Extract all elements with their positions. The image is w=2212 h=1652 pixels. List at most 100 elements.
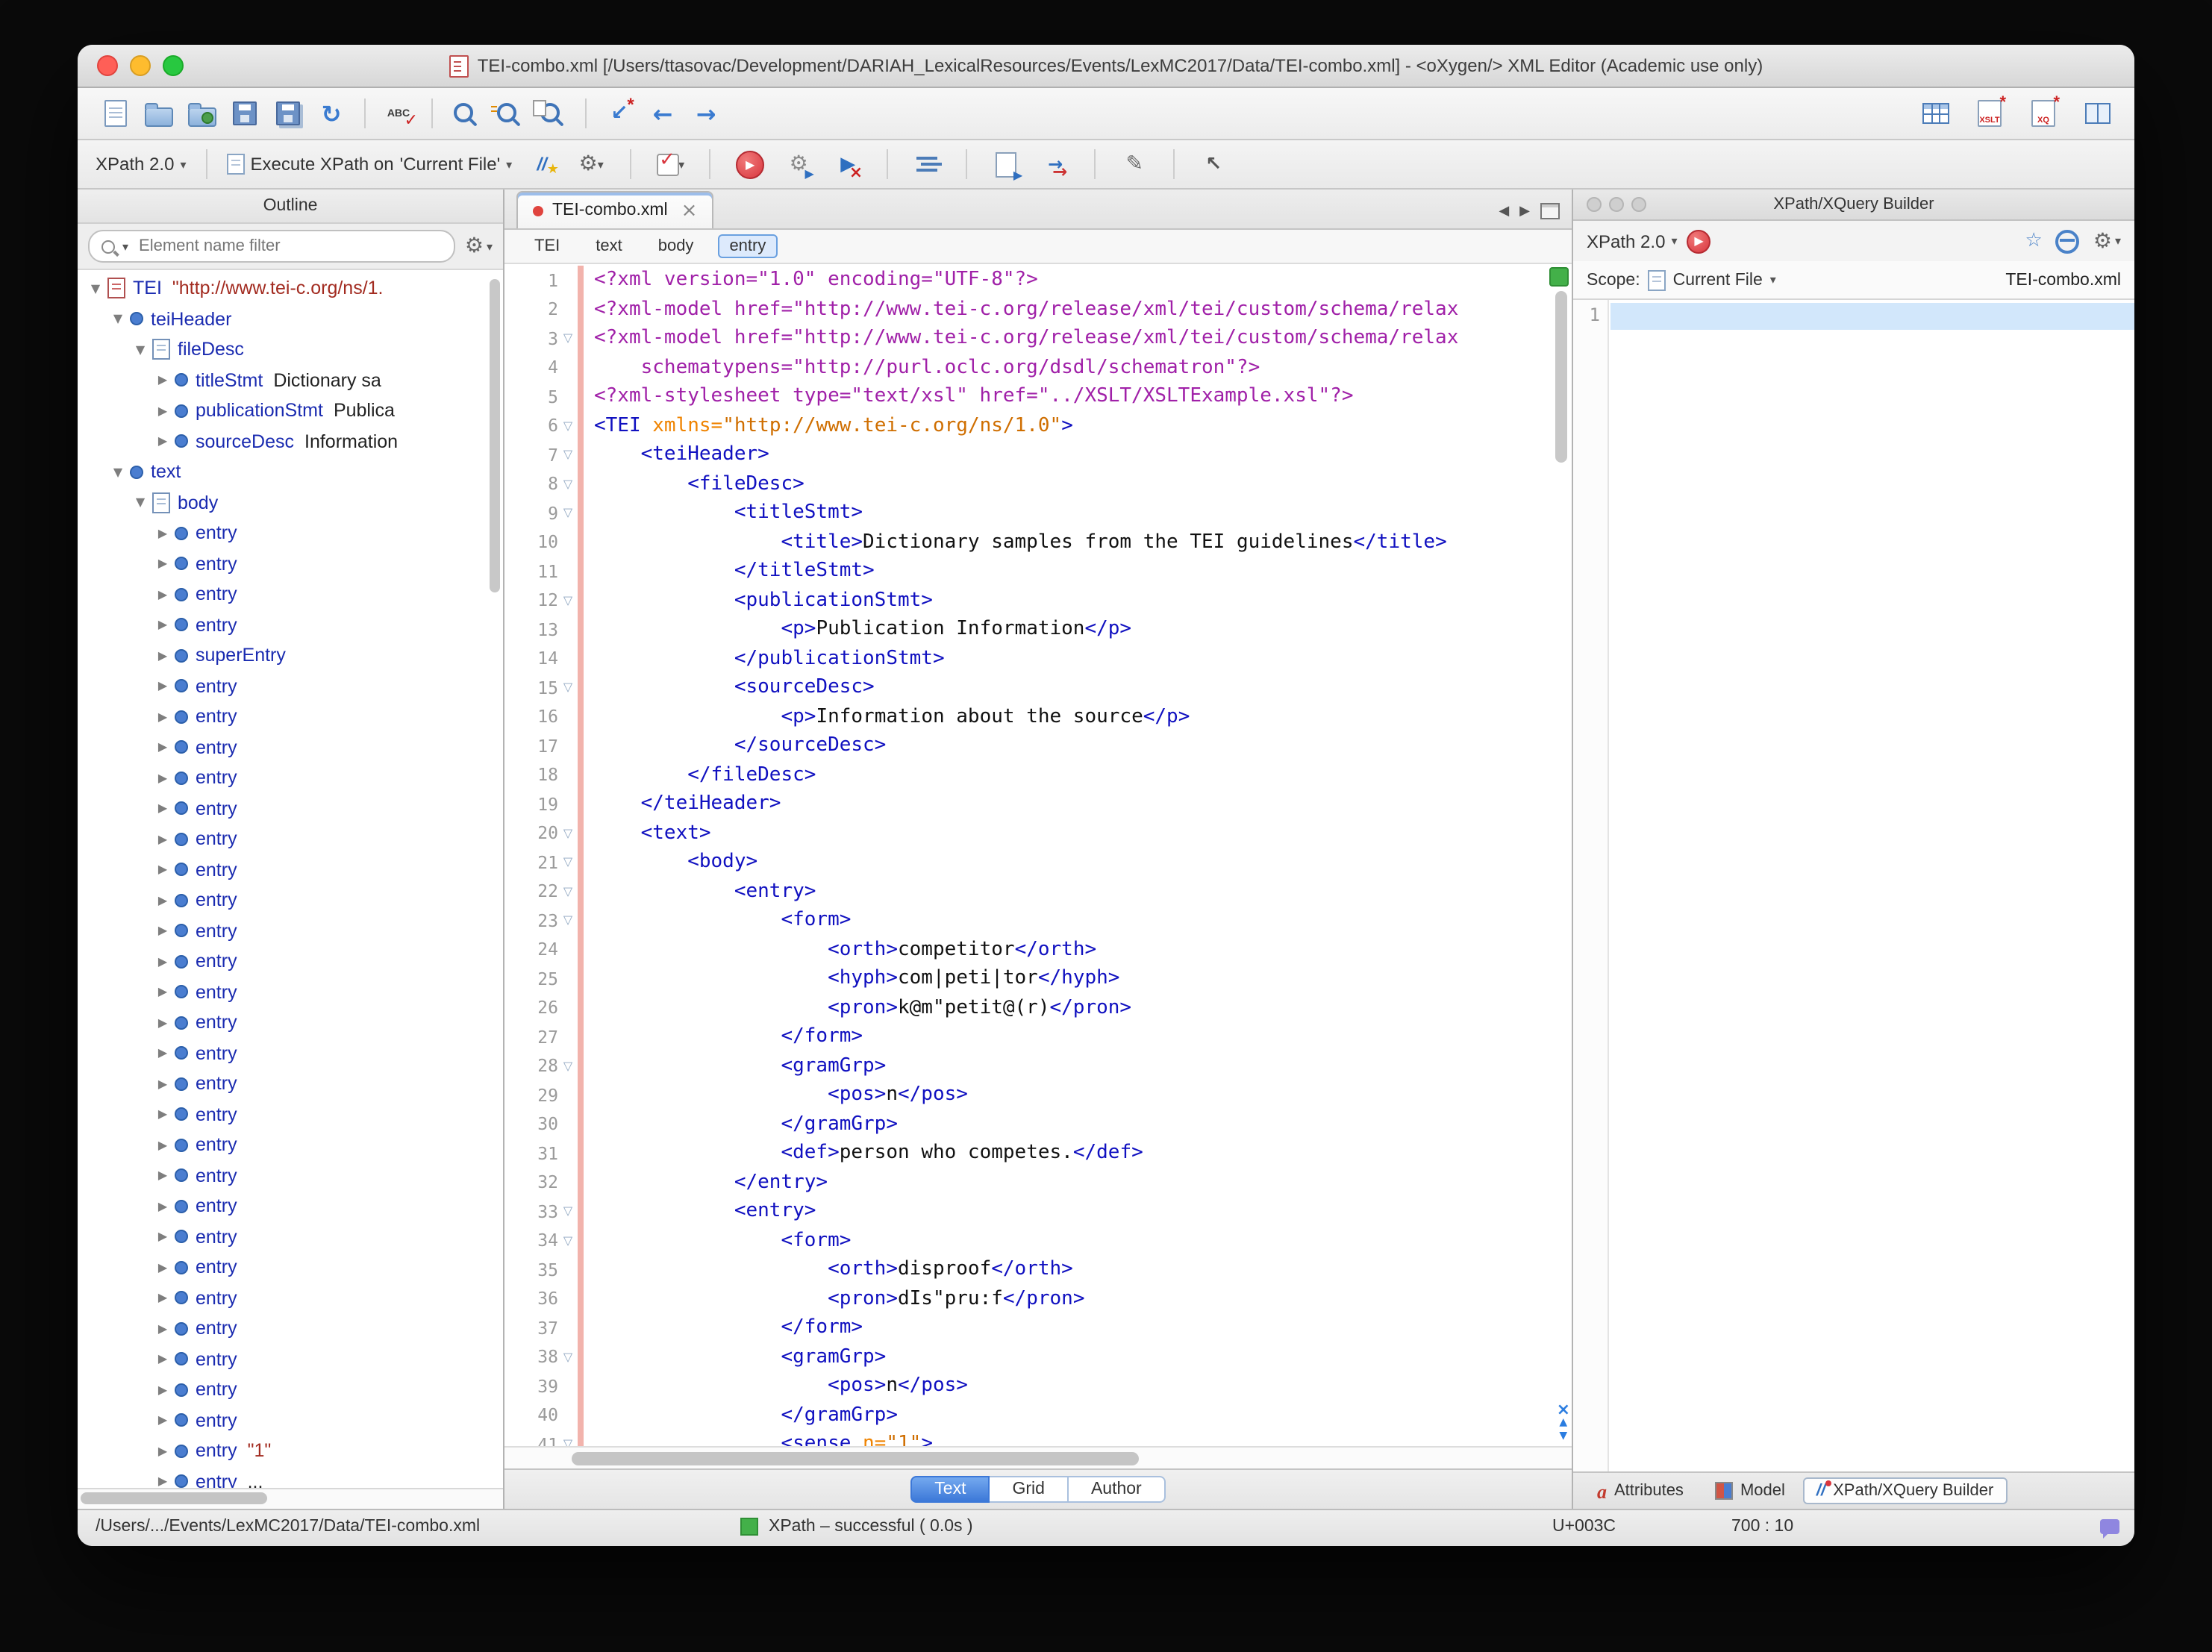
outline-node-entry[interactable]: ▶entry xyxy=(78,854,503,885)
last-edit-location-button[interactable] xyxy=(600,94,639,133)
fold-toggle-icon[interactable]: ▽ xyxy=(558,1351,578,1364)
fold-toggle-icon[interactable]: ▽ xyxy=(558,419,578,433)
debug-transformation-button[interactable] xyxy=(828,145,867,184)
expander-closed-icon[interactable]: ▶ xyxy=(154,1108,172,1121)
outline-node-entry[interactable]: ▶entry xyxy=(78,1221,503,1252)
fold-toggle-icon[interactable]: ▽ xyxy=(558,448,578,462)
nav-forward-button[interactable] xyxy=(687,94,725,133)
outline-node-entry[interactable]: ▶entry xyxy=(78,1130,503,1160)
outline-node-entry[interactable]: ▶entry xyxy=(78,732,503,763)
outline-node-entry[interactable]: ▶entry xyxy=(78,1283,503,1313)
fold-toggle-icon[interactable]: ▽ xyxy=(558,827,578,840)
expander-closed-icon[interactable]: ▶ xyxy=(154,986,172,999)
grid-view-button[interactable] xyxy=(2078,94,2116,133)
code-line[interactable]: 27 </form> xyxy=(504,1022,1551,1051)
outline-node-entry[interactable]: ▶entry xyxy=(78,1313,503,1344)
builder-settings-button[interactable]: ▾ xyxy=(2093,229,2121,253)
fold-toggle-icon[interactable]: ▽ xyxy=(558,594,578,607)
code-line[interactable]: 22▽ <entry> xyxy=(504,877,1551,906)
code-line[interactable]: 7▽ <teiHeader> xyxy=(504,440,1551,469)
find-next-icon[interactable]: ▼ xyxy=(1559,1430,1567,1443)
fold-toggle-icon[interactable]: ▽ xyxy=(558,885,578,898)
breadcrumb-item-TEI[interactable]: TEI xyxy=(522,234,572,258)
code-line[interactable]: 29 <pos>n</pos> xyxy=(504,1080,1551,1110)
code-line[interactable]: 5<?xml-stylesheet type="text/xsl" href="… xyxy=(504,382,1551,411)
view-author-button[interactable]: Author xyxy=(1069,1476,1166,1503)
code-line[interactable]: 20▽ <text> xyxy=(504,819,1551,848)
zoom-window-button[interactable] xyxy=(163,55,184,76)
expander-open-icon[interactable]: ▼ xyxy=(109,313,127,326)
expander-closed-icon[interactable]: ▶ xyxy=(154,772,172,785)
fold-toggle-icon[interactable]: ▽ xyxy=(558,478,578,491)
code-line[interactable]: 34▽ <form> xyxy=(504,1226,1551,1255)
outline-node-entry[interactable]: ▶entry"1" xyxy=(78,1436,503,1466)
outline-node-entry[interactable]: ▶entry xyxy=(78,610,503,640)
outline-node-superEntry[interactable]: ▶superEntry xyxy=(78,640,503,671)
element-filter-field[interactable]: ▾ xyxy=(88,230,456,263)
code-line[interactable]: 35 <orth>disproof</orth> xyxy=(504,1255,1551,1284)
apply-transformation-button[interactable] xyxy=(730,145,769,184)
open-folder-button[interactable] xyxy=(139,94,178,133)
code-line[interactable]: 10 <title>Dictionary samples from the TE… xyxy=(504,528,1551,557)
clear-highlight-icon[interactable]: × xyxy=(1557,1403,1570,1416)
outline-node-text[interactable]: ▼text xyxy=(78,457,503,487)
spell-check-button[interactable]: ABC xyxy=(379,94,418,133)
fold-toggle-icon[interactable]: ▽ xyxy=(558,507,578,520)
open-url-button[interactable] xyxy=(182,94,221,133)
outline-node-publicationStmt[interactable]: ▶publicationStmtPublica xyxy=(78,395,503,426)
code-line[interactable]: 38▽ <gramGrp> xyxy=(504,1342,1551,1371)
format-indent-button[interactable] xyxy=(907,145,946,184)
expander-closed-icon[interactable]: ▶ xyxy=(154,527,172,540)
expander-open-icon[interactable]: ▼ xyxy=(109,466,127,479)
xpath-settings-button[interactable]: ▾ xyxy=(572,145,610,184)
find-replace-button[interactable] xyxy=(490,94,528,133)
expander-closed-icon[interactable]: ▶ xyxy=(154,1445,172,1458)
close-tab-icon[interactable]: × xyxy=(681,199,698,222)
expander-closed-icon[interactable]: ▶ xyxy=(154,710,172,724)
scrollbar-thumb[interactable] xyxy=(572,1451,1139,1465)
outline-node-entry[interactable]: ▶entry xyxy=(78,1160,503,1191)
code-line[interactable]: 21▽ <body> xyxy=(504,848,1551,877)
code-line[interactable]: 3▽<?xml-model href="http://www.tei-c.org… xyxy=(504,324,1551,353)
expander-closed-icon[interactable]: ▶ xyxy=(154,1261,172,1274)
outline-node-entry[interactable]: ▶entry xyxy=(78,1374,503,1405)
code-line[interactable]: 31 <def>person who competes.</def> xyxy=(504,1139,1551,1168)
code-line[interactable]: 25 <hyph>com|peti|tor</hyph> xyxy=(504,964,1551,993)
expander-closed-icon[interactable]: ▶ xyxy=(154,557,172,571)
expander-closed-icon[interactable]: ▶ xyxy=(154,894,172,907)
expander-closed-icon[interactable]: ▶ xyxy=(154,1169,172,1183)
tab-tei-combo-xml[interactable]: TEI-combo.xml × xyxy=(516,191,713,228)
xpath-version-select[interactable]: XPath 2.0 ▾ xyxy=(96,154,186,175)
panel-tab-attributes[interactable]: aAttributes xyxy=(1584,1477,1697,1505)
code-line[interactable]: 39 <pos>n</pos> xyxy=(504,1371,1551,1401)
outline-node-entry[interactable]: ▶entry xyxy=(78,1007,503,1038)
panel-minimize-button[interactable] xyxy=(1609,197,1624,212)
panel-zoom-button[interactable] xyxy=(1631,197,1646,212)
code-line[interactable]: 11 </titleStmt> xyxy=(504,557,1551,586)
previous-tab-icon[interactable]: ◀ xyxy=(1499,204,1509,219)
expander-open-icon[interactable]: ▼ xyxy=(87,282,104,295)
nav-back-button[interactable] xyxy=(643,94,682,133)
outline-node-teiHeader[interactable]: ▼teiHeader xyxy=(78,304,503,334)
tab-list-icon[interactable] xyxy=(1540,203,1560,219)
outline-node-entry[interactable]: ▶entry xyxy=(78,671,503,701)
expander-closed-icon[interactable]: ▶ xyxy=(154,924,172,938)
outline-settings-button[interactable]: ▾ xyxy=(465,233,493,260)
transform-document-button[interactable] xyxy=(987,145,1025,184)
outline-node-sourceDesc[interactable]: ▶sourceDescInformation xyxy=(78,426,503,457)
code-line[interactable]: 17 </sourceDesc> xyxy=(504,731,1551,760)
code-line[interactable]: 8▽ <fileDesc> xyxy=(504,469,1551,498)
fold-toggle-icon[interactable]: ▽ xyxy=(558,1438,578,1447)
code-line[interactable]: 33▽ <entry> xyxy=(504,1197,1551,1226)
code-line[interactable]: 14 </publicationStmt> xyxy=(504,644,1551,673)
fold-toggle-icon[interactable]: ▽ xyxy=(558,1234,578,1248)
expander-closed-icon[interactable]: ▶ xyxy=(154,833,172,846)
configure-transformation-button[interactable] xyxy=(779,145,818,184)
code-line[interactable]: 19 </teiHeader> xyxy=(504,789,1551,819)
insert-table-button[interactable] xyxy=(1916,94,1955,133)
outline-node-entry[interactable]: ▶entry xyxy=(78,946,503,977)
code-line[interactable]: 13 <p>Publication Information</p> xyxy=(504,615,1551,644)
xquery-debugger-button[interactable]: XQ xyxy=(2024,94,2063,133)
minimize-window-button[interactable] xyxy=(130,55,151,76)
element-filter-input[interactable] xyxy=(136,236,443,257)
